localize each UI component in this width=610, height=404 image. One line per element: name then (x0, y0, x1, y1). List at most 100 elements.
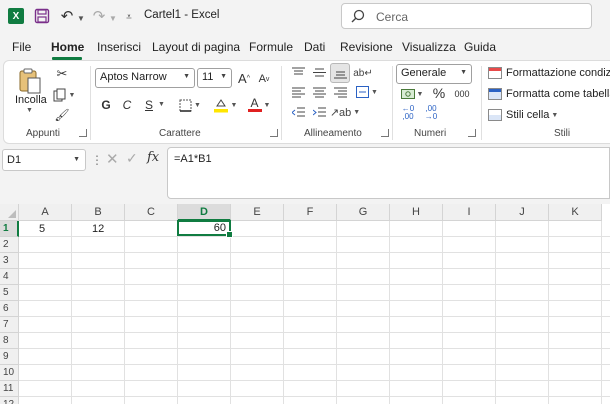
underline-dropdown-icon[interactable]: ▼ (158, 101, 165, 108)
column-header-k[interactable]: K (549, 204, 602, 221)
row-header-7[interactable]: 7 (0, 317, 19, 333)
redo-icon[interactable]: ↷ (90, 6, 108, 26)
font-color-button[interactable]: A ▼ (244, 95, 274, 115)
grow-font-button[interactable]: A ^ (236, 68, 252, 88)
gridline-vertical (442, 221, 443, 404)
tab-visualizza[interactable]: Visualizza (402, 40, 456, 54)
underline-button[interactable]: S (142, 96, 156, 114)
select-all-corner[interactable] (0, 204, 19, 221)
increase-decimal-icon[interactable]: ←0,00 (399, 105, 417, 121)
cell-d1[interactable]: 60 (177, 220, 233, 238)
column-header-c[interactable]: C (125, 204, 178, 221)
row-header-6[interactable]: 6 (0, 301, 19, 317)
wrap-text-icon[interactable]: ab↵ (353, 64, 373, 82)
italic-button[interactable]: C (120, 96, 134, 114)
font-size-select[interactable]: 11 ▼ (197, 68, 232, 88)
redo-dropdown-icon[interactable]: ▼ (108, 8, 118, 28)
decrease-decimal-icon[interactable]: ,00 →0 (422, 105, 440, 121)
font-launcher-icon[interactable] (270, 129, 278, 137)
bold-button[interactable]: G (99, 96, 113, 114)
enter-icon[interactable]: ✓ (126, 150, 138, 167)
row-header-4[interactable]: 4 (0, 269, 19, 285)
tab-home[interactable]: Home (51, 40, 84, 54)
search-box[interactable]: Cerca (341, 3, 592, 29)
excel-logo-icon: X (8, 8, 24, 24)
cut-icon[interactable]: ✂ (54, 66, 70, 82)
tab-formule[interactable]: Formule (249, 40, 293, 54)
ribbon-separator (90, 66, 91, 140)
row-header-3[interactable]: 3 (0, 253, 19, 269)
row-header-10[interactable]: 10 (0, 365, 19, 381)
customize-toolbar-icon[interactable]: ⩡ (123, 7, 135, 27)
name-box[interactable]: D1 ▼ (2, 149, 86, 171)
format-painter-icon[interactable]: 🖌 (54, 107, 70, 123)
gridline-vertical (230, 221, 231, 404)
row-header-12[interactable]: 12 (0, 397, 19, 404)
row-header-2[interactable]: 2 (0, 237, 19, 253)
number-format-select[interactable]: Generale ▼ (396, 64, 472, 84)
tab-guida[interactable]: Guida (464, 40, 496, 54)
column-header-e[interactable]: E (231, 204, 284, 221)
comma-style-button[interactable]: 000 (452, 87, 472, 101)
paste-icon[interactable] (15, 66, 45, 96)
cell-styles-button[interactable]: Stili cella ▼ (488, 109, 558, 121)
row-header-5[interactable]: 5 (0, 285, 19, 301)
cancel-icon[interactable]: ✕ (106, 150, 119, 168)
save-icon[interactable] (34, 8, 50, 24)
column-header-h[interactable]: H (390, 204, 443, 221)
row-header-9[interactable]: 9 (0, 349, 19, 365)
row-header-11[interactable]: 11 (0, 381, 19, 397)
undo-icon[interactable]: ↶ (58, 6, 76, 26)
clipboard-launcher-icon[interactable] (79, 129, 87, 137)
align-center-icon[interactable] (311, 85, 327, 99)
conditional-formatting-button[interactable]: Formattazione condizionale (488, 67, 610, 79)
align-right-icon[interactable] (332, 85, 348, 99)
decrease-indent-icon[interactable] (290, 105, 306, 119)
alignment-launcher-icon[interactable] (381, 129, 389, 137)
tab-revisione[interactable]: Revisione (340, 40, 393, 54)
column-header-j[interactable]: J (496, 204, 549, 221)
copy-icon[interactable]: ▼ (52, 87, 76, 103)
tab-dati[interactable]: Dati (304, 40, 325, 54)
chevron-down-icon: ▼ (183, 73, 190, 80)
cell-a1[interactable]: 5 (19, 221, 72, 237)
undo-dropdown-icon[interactable]: ▼ (76, 8, 86, 28)
gridline-vertical (336, 221, 337, 404)
column-header-g[interactable]: G (337, 204, 390, 221)
cell-b1[interactable]: 12 (72, 221, 125, 237)
shrink-font-button[interactable]: Av (256, 70, 272, 88)
column-header-b[interactable]: B (72, 204, 125, 221)
paste-button[interactable]: Incolla (15, 94, 47, 106)
row-header-1[interactable]: 1 (0, 221, 19, 237)
column-header-i[interactable]: I (443, 204, 496, 221)
formula-bar: D1 ▼ ⋮ ✕ ✓ fx =A1*B1 (0, 146, 610, 200)
more-options-icon[interactable]: ⋮ (91, 153, 103, 167)
column-header-a[interactable]: A (19, 204, 72, 221)
search-placeholder[interactable]: Cerca (376, 10, 408, 24)
ribbon-separator (392, 66, 393, 140)
merge-center-icon[interactable]: ▼ (354, 84, 380, 100)
percent-style-button[interactable]: % (432, 84, 446, 102)
formula-input[interactable]: =A1*B1 (167, 147, 610, 199)
font-name-select[interactable]: Aptos Narrow ▼ (95, 68, 195, 88)
tab-inserisci[interactable]: Inserisci (97, 40, 141, 54)
spreadsheet-grid[interactable]: ABCDEFGHIJK12345678910111251260 (0, 204, 610, 404)
tab-file[interactable]: File (12, 40, 31, 54)
row-header-8[interactable]: 8 (0, 333, 19, 349)
align-left-icon[interactable] (290, 85, 306, 99)
insert-function-icon[interactable]: fx (147, 150, 159, 165)
accounting-format-icon[interactable]: ▼ (398, 86, 426, 102)
tab-layout[interactable]: Layout di pagina (152, 40, 240, 54)
number-launcher-icon[interactable] (468, 129, 476, 137)
paste-dropdown-icon[interactable]: ▼ (26, 107, 33, 114)
align-bottom-icon[interactable] (330, 63, 350, 83)
format-as-table-button[interactable]: Formatta come tabella▼ (488, 88, 610, 100)
column-header-d[interactable]: D (178, 204, 231, 221)
orientation-icon[interactable]: ↗ab ▼ (330, 104, 360, 120)
align-top-icon[interactable] (290, 65, 306, 79)
increase-indent-icon[interactable] (311, 105, 327, 119)
fill-color-button[interactable]: ▼ (210, 95, 240, 115)
column-header-f[interactable]: F (284, 204, 337, 221)
borders-button[interactable]: ▼ (176, 96, 204, 114)
align-middle-icon[interactable] (311, 65, 327, 79)
